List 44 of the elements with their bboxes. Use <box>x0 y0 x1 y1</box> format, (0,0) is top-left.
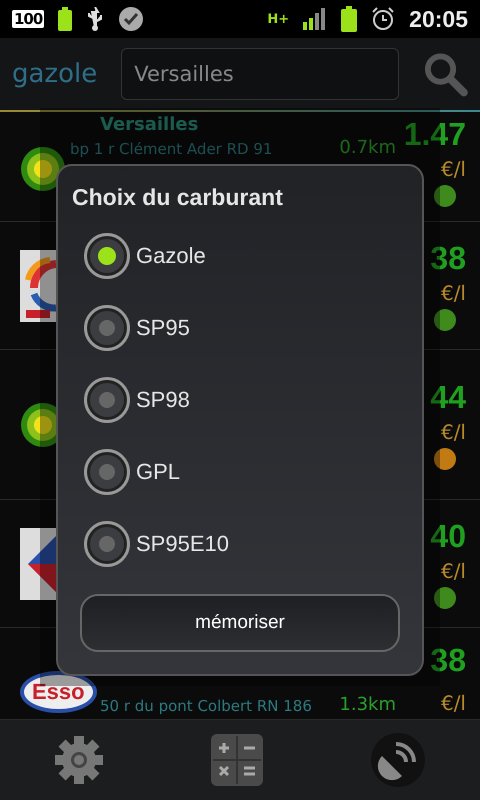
save-button[interactable]: mémoriser <box>80 594 400 652</box>
price-unit: €/l <box>440 691 466 715</box>
fuel-option-label[interactable]: SP95 <box>136 315 190 341</box>
battery-icon <box>58 7 72 31</box>
clock-time: 20:05 <box>409 6 468 32</box>
calculator-icon[interactable] <box>210 734 263 786</box>
network-type-label: H+ <box>267 12 290 26</box>
fuel-price: 40 <box>430 518 466 555</box>
radio-button[interactable] <box>84 449 130 495</box>
price-unit: €/l <box>440 157 466 181</box>
radio-button[interactable] <box>84 521 130 567</box>
fuel-price: 1.47 <box>404 116 466 153</box>
fuel-price: 38 <box>430 642 466 679</box>
settings-icon[interactable] <box>54 735 104 785</box>
battery-icon <box>341 6 358 32</box>
radio-button[interactable] <box>84 233 130 279</box>
alarm-clock-icon <box>371 7 396 31</box>
station-address: 50 r du pont Colbert RN 186 <box>100 697 313 715</box>
fuel-price: 38 <box>430 240 466 277</box>
station-city: Versailles <box>100 114 200 135</box>
radio-button[interactable] <box>84 305 130 351</box>
usb-icon <box>86 7 104 31</box>
signal-icon <box>303 8 328 30</box>
fuel-option-label[interactable]: GPL <box>136 459 180 485</box>
search-field[interactable]: Versailles <box>121 48 400 100</box>
station-distance: 1.3km <box>339 694 396 715</box>
dialog-title: Choix du carburant <box>72 184 284 211</box>
station-logo-icon <box>20 528 56 600</box>
search-icon[interactable] <box>423 51 468 97</box>
fuel-option-label[interactable]: SP98 <box>136 387 190 413</box>
price-unit: €/l <box>440 281 466 305</box>
fuel-price: 44 <box>430 379 466 416</box>
battery-level-badge: 100 <box>12 10 44 28</box>
station-logo-icon <box>20 250 56 322</box>
check-bubble-icon <box>118 6 144 32</box>
price-unit: €/l <box>440 420 466 444</box>
radar-icon[interactable] <box>370 732 426 788</box>
station-logo: Esso <box>20 671 97 713</box>
station-distance: 0.7km <box>339 137 396 158</box>
fuel-option-label[interactable]: Gazole <box>136 243 206 269</box>
fuel-option-label[interactable]: SP95E10 <box>136 531 229 557</box>
price-unit: €/l <box>440 559 466 583</box>
radio-button[interactable] <box>84 377 130 423</box>
station-address: bp 1 r Clément Ader RD 91 <box>70 140 274 158</box>
